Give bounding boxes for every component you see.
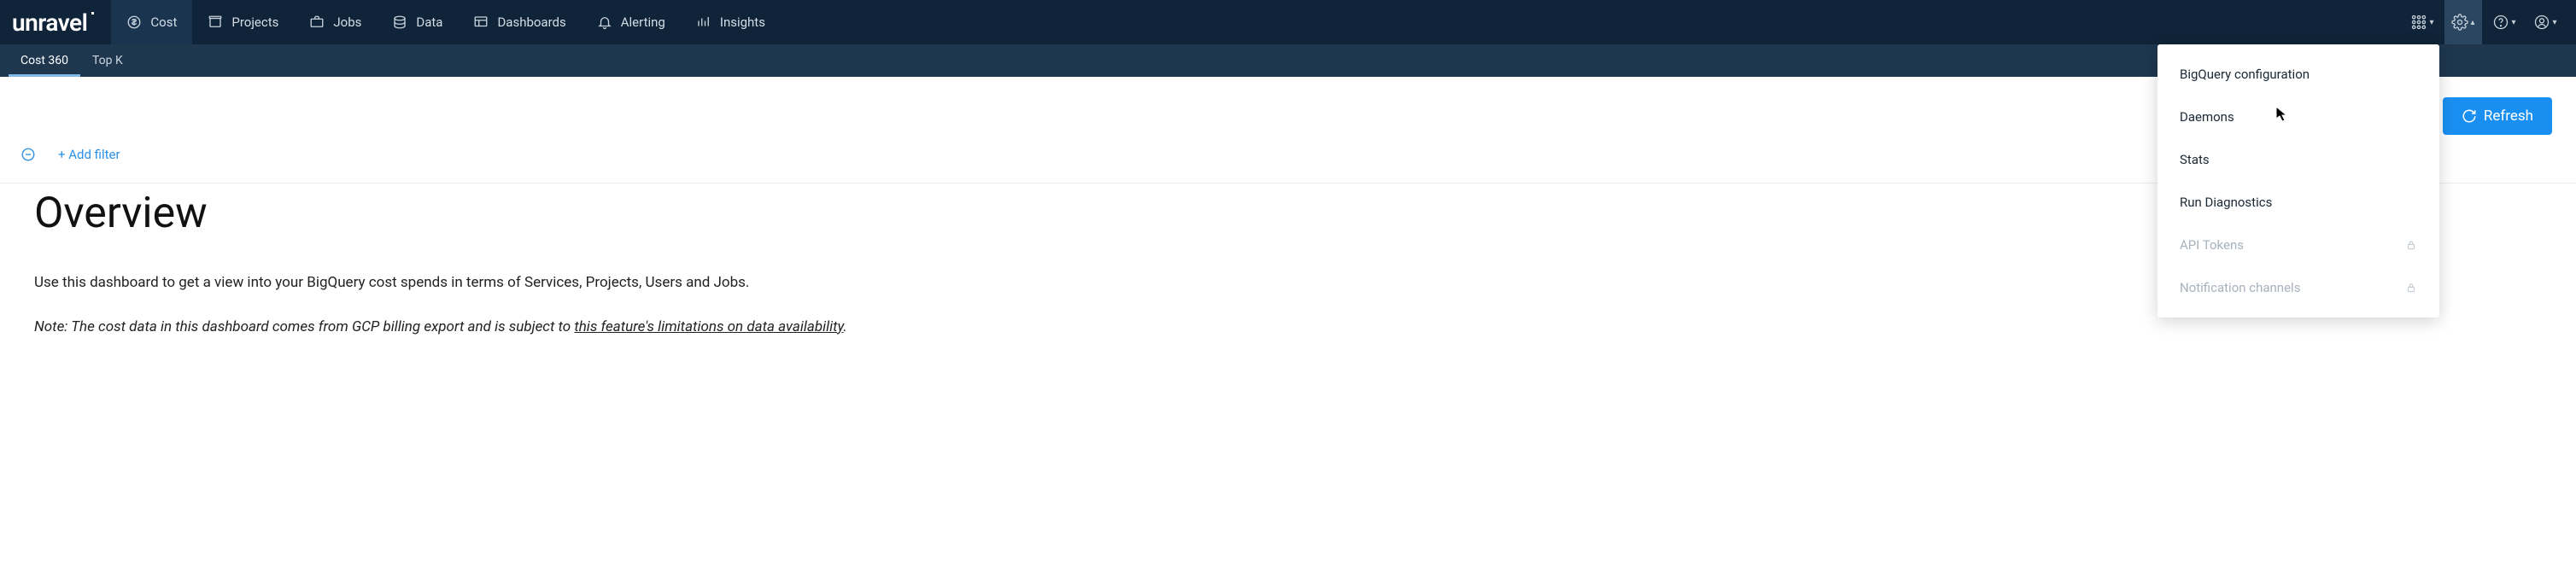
settings-button[interactable]: ▴ — [2444, 0, 2482, 44]
menu-label: API Tokens — [2180, 237, 2244, 253]
chevron-down-icon: ▾ — [2552, 18, 2556, 27]
filter-toggle[interactable] — [19, 145, 38, 164]
insights-icon — [696, 15, 711, 30]
menu-label: Stats — [2180, 152, 2210, 167]
apps-button[interactable]: ▾ — [2403, 0, 2441, 44]
nav-data[interactable]: Data — [377, 0, 458, 44]
menu-daemons[interactable]: Daemons — [2157, 96, 2439, 138]
user-button[interactable]: ▾ — [2526, 0, 2564, 44]
data-icon — [392, 15, 407, 30]
nav-label: Dashboards — [497, 15, 565, 30]
refresh-label: Refresh — [2484, 108, 2533, 125]
chevron-up-icon: ▴ — [2470, 18, 2474, 27]
nav-label: Cost — [150, 15, 177, 30]
nav-projects[interactable]: Projects — [192, 0, 294, 44]
menu-label: BigQuery configuration — [2180, 67, 2310, 82]
topnav-right: ▾ ▴ ▾ ▾ — [2403, 0, 2564, 44]
lock-icon — [2405, 282, 2417, 294]
page-note: Note: The cost data in this dashboard co… — [34, 318, 2542, 335]
menu-api-tokens: API Tokens — [2157, 224, 2439, 266]
top-nav: unravel Cost Projects Jobs Data Dashboar… — [0, 0, 2576, 44]
chevron-down-icon: ▾ — [2511, 18, 2515, 27]
projects-icon — [208, 15, 223, 30]
nav-label: Jobs — [333, 15, 361, 30]
tab-cost-360[interactable]: Cost 360 — [9, 46, 80, 77]
chevron-down-icon: ▾ — [2429, 18, 2433, 27]
menu-label: Run Diagnostics — [2180, 195, 2272, 210]
nav-label: Alerting — [621, 15, 665, 30]
nav-label: Insights — [720, 15, 765, 30]
nav-cost[interactable]: Cost — [111, 0, 192, 44]
nav-insights[interactable]: Insights — [681, 0, 781, 44]
note-prefix: Note: The cost data in this dashboard co… — [34, 318, 574, 335]
brand-logo[interactable]: unravel — [12, 9, 87, 37]
settings-menu: BigQuery configuration Daemons Stats Run… — [2157, 44, 2439, 317]
cost-icon — [126, 15, 142, 30]
menu-label: Notification channels — [2180, 280, 2300, 295]
jobs-icon — [309, 15, 325, 30]
menu-run-diagnostics[interactable]: Run Diagnostics — [2157, 181, 2439, 224]
nav-jobs[interactable]: Jobs — [294, 0, 377, 44]
help-button[interactable]: ▾ — [2485, 0, 2523, 44]
note-suffix: . — [843, 318, 846, 335]
alerting-icon — [597, 15, 612, 30]
menu-stats[interactable]: Stats — [2157, 138, 2439, 181]
menu-label: Daemons — [2180, 109, 2234, 125]
tab-top-k[interactable]: Top K — [80, 46, 135, 77]
add-filter-button[interactable]: + Add filter — [58, 147, 120, 162]
refresh-button[interactable]: Refresh — [2443, 97, 2552, 135]
nav-alerting[interactable]: Alerting — [582, 0, 681, 44]
nav-dashboards[interactable]: Dashboards — [458, 0, 581, 44]
note-link[interactable]: this feature's limitations on data avail… — [574, 318, 843, 335]
dashboards-icon — [473, 15, 489, 30]
refresh-icon — [2462, 108, 2477, 124]
menu-notification-channels: Notification channels — [2157, 266, 2439, 309]
menu-bigquery-configuration[interactable]: BigQuery configuration — [2157, 53, 2439, 96]
nav-label: Projects — [231, 15, 278, 30]
nav-label: Data — [416, 15, 442, 30]
lock-icon — [2405, 239, 2417, 251]
